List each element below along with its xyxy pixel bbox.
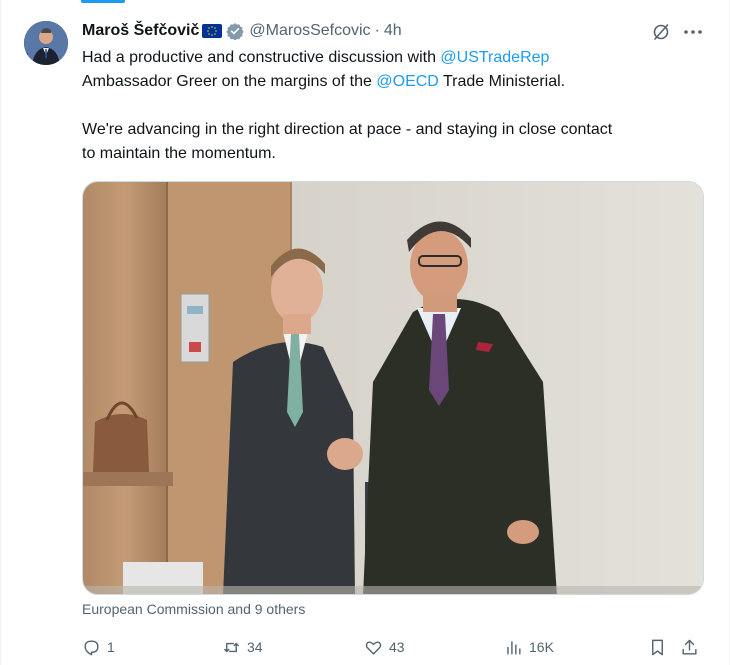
grok-icon[interactable] xyxy=(651,22,671,42)
repost-icon xyxy=(223,642,240,652)
share-button[interactable] xyxy=(680,634,705,660)
paragraph-break xyxy=(82,94,712,118)
views-button[interactable]: 16K xyxy=(504,634,554,660)
like-button[interactable]: 43 xyxy=(364,634,405,660)
mention-ustraderep-link[interactable]: @USTradeRep xyxy=(440,49,549,66)
tweet-header: Maroš Šefčovič @MarosSefcovic · 4h xyxy=(82,21,402,41)
verified-badge-icon[interactable] xyxy=(226,22,245,41)
mention-oecd-link[interactable]: @OECD xyxy=(376,73,438,90)
repost-count: 34 xyxy=(247,639,263,655)
reply-count: 1 xyxy=(107,639,115,655)
like-count: 43 xyxy=(389,639,405,655)
more-icon[interactable] xyxy=(682,22,704,42)
tweet-text: Had a productive and constructive discus… xyxy=(82,46,712,166)
bookmark-icon xyxy=(652,639,663,655)
bookmark-button[interactable] xyxy=(648,634,673,660)
tweet-text-segment: Ambassador Greer on the margins of the xyxy=(82,73,377,90)
tweet-text-line: Had a productive and constructive discus… xyxy=(82,46,712,70)
tweet-photo[interactable] xyxy=(82,181,704,595)
tagged-users-link[interactable]: European Commission and 9 others xyxy=(82,601,305,617)
heart-icon xyxy=(365,640,382,655)
header-separator: · xyxy=(374,22,380,39)
repost-button[interactable]: 34 xyxy=(222,634,263,660)
reply-icon xyxy=(84,639,99,655)
active-tab-indicator xyxy=(81,0,125,3)
author-handle[interactable]: @MarosSefcovic xyxy=(249,22,370,40)
share-icon xyxy=(682,639,697,655)
views-count: 16K xyxy=(529,639,554,655)
tweet-text-segment: Trade Ministerial. xyxy=(438,73,566,90)
author-avatar[interactable] xyxy=(24,21,68,65)
tweet-timestamp[interactable]: 4h xyxy=(384,22,402,40)
eu-flag-icon xyxy=(202,24,223,38)
tweet-text-line: Ambassador Greer on the margins of the @… xyxy=(82,70,712,94)
tweet-text-segment: Had a productive and constructive discus… xyxy=(82,49,441,66)
tweet-actions-bar: 1 34 43 16K xyxy=(82,634,704,660)
tweet-text-line: We're advancing in the right direction a… xyxy=(82,121,613,138)
tweet-text-line: to maintain the momentum. xyxy=(82,145,276,162)
views-icon xyxy=(507,640,521,655)
tweet-card[interactable]: Maroš Šefčovič @MarosSefcovic · 4h Had a… xyxy=(0,0,730,665)
reply-button[interactable]: 1 xyxy=(82,634,115,660)
author-name[interactable]: Maroš Šefčovič xyxy=(82,22,199,40)
